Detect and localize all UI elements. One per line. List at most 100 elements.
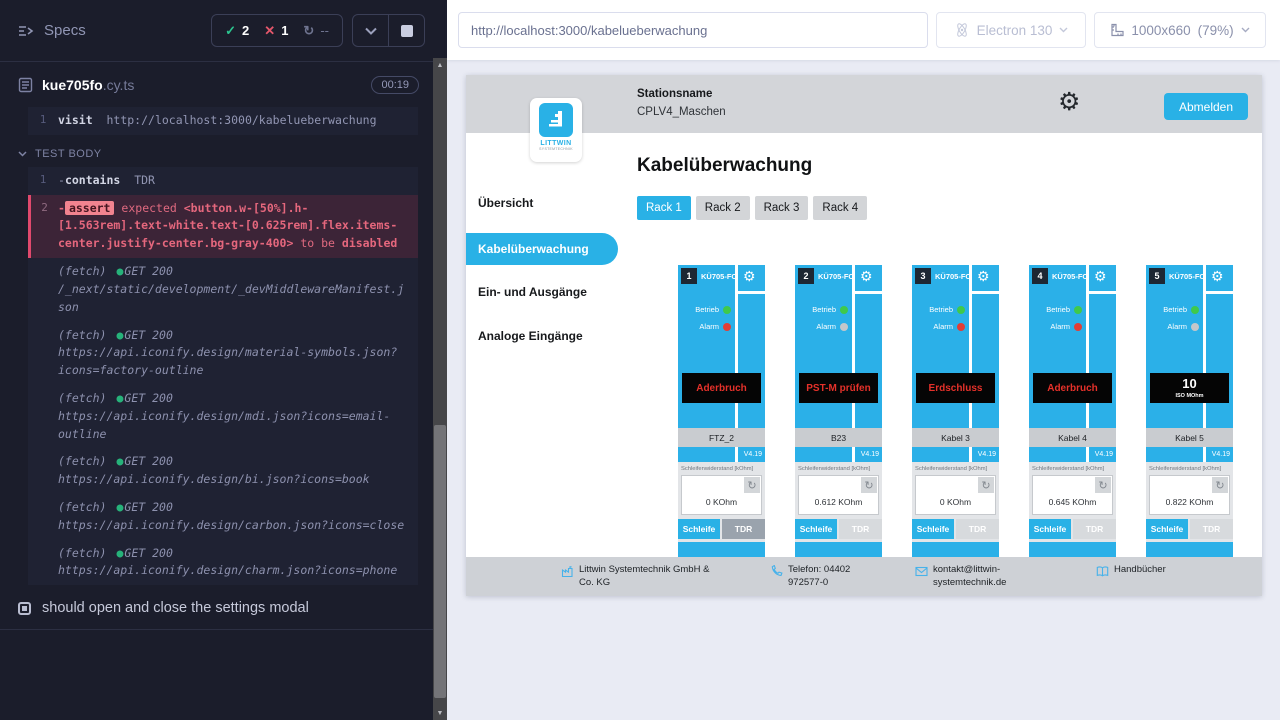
resistance-value: 0.645 KOhm xyxy=(1033,497,1112,507)
refresh-icon[interactable]: ↻ xyxy=(744,477,760,493)
fetch-url: https://api.iconify.design/material-symb… xyxy=(58,344,408,380)
test-body-header[interactable]: TEST BODY xyxy=(18,148,433,160)
spec-name: kue705fo.cy.ts xyxy=(42,77,134,93)
schleife-button[interactable]: Schleife xyxy=(1146,519,1188,539)
device-gear-icon[interactable]: ⚙ xyxy=(1211,268,1224,285)
refresh-icon[interactable]: ↻ xyxy=(1095,477,1111,493)
tdr-button[interactable]: TDR xyxy=(722,519,765,539)
check-icon: ✓ xyxy=(225,23,236,39)
footer-manuals-link[interactable]: Handbücher xyxy=(1096,564,1166,578)
stop-button[interactable] xyxy=(389,15,424,46)
measurement-panel: Schleifenwiderstand [kOhm] ↻ 0.612 KOhm … xyxy=(795,462,882,557)
fetch-log-row[interactable]: (fetch)●GET 200https://api.iconify.desig… xyxy=(28,540,418,586)
device-model: KÜ705-FO xyxy=(1052,272,1088,281)
measurement-label: Schleifenwiderstand [kOhm] xyxy=(1032,466,1104,472)
schleife-button[interactable]: Schleife xyxy=(1029,519,1071,539)
settings-gear-icon[interactable]: ⚙ xyxy=(1058,87,1080,117)
status-ok-dot: ● xyxy=(116,454,123,468)
device-gear-icon[interactable]: ⚙ xyxy=(743,268,756,285)
refresh-icon[interactable]: ↻ xyxy=(978,477,994,493)
app-sidebar: Übersicht Kabelüberwachung Ein- und Ausg… xyxy=(466,133,618,557)
assert-chip: assert xyxy=(65,201,115,215)
device-gear-icon[interactable]: ⚙ xyxy=(977,268,990,285)
betrieb-led xyxy=(1074,306,1082,314)
betrieb-led xyxy=(957,306,965,314)
firmware-version: V4.19 xyxy=(861,451,879,458)
device-gear-icon[interactable]: ⚙ xyxy=(1094,268,1107,285)
alarm-led xyxy=(957,323,965,331)
tdr-button[interactable]: TDR xyxy=(1190,519,1233,539)
scroll-up-arrow[interactable]: ▲ xyxy=(433,58,447,72)
browser-select[interactable]: Electron 130 xyxy=(936,12,1086,48)
device-panel: 2 KÜ705-FO ⚙ Betrieb Alarm PST-M prüfen xyxy=(795,265,882,428)
status-ok-dot: ● xyxy=(116,328,123,342)
test-stats[interactable]: ✓ 2 ✕ 1 ↻ -- xyxy=(211,14,343,47)
device-panel: 4 KÜ705-FO ⚙ Betrieb Alarm Aderbruch xyxy=(1029,265,1116,428)
sidebar-item-uebersicht[interactable]: Übersicht xyxy=(478,196,533,210)
value-box: ↻ 0.822 KOhm xyxy=(1149,475,1230,515)
tab-rack-2[interactable]: Rack 2 xyxy=(696,196,750,220)
reporter-scrollbar: ▲ ▼ xyxy=(433,0,447,720)
book-icon xyxy=(1096,565,1109,578)
logo-icon xyxy=(539,103,573,137)
value-box: ↻ 0 KOhm xyxy=(915,475,996,515)
chevron-down-icon xyxy=(1059,27,1068,33)
tdr-button[interactable]: TDR xyxy=(1073,519,1116,539)
device-panel: 3 KÜ705-FO ⚙ Betrieb Alarm Erdschluss xyxy=(912,265,999,428)
fetch-log-row[interactable]: (fetch)●GET 200https://api.iconify.desig… xyxy=(28,322,418,385)
alarm-led xyxy=(840,323,848,331)
iso-value: 10 xyxy=(1182,377,1196,391)
reporter-controls: ✓ 2 ✕ 1 ↻ -- xyxy=(211,14,425,47)
contains-arg: TDR xyxy=(134,173,155,187)
slot-number-badge: 4 xyxy=(1032,268,1048,284)
fetch-url: https://api.iconify.design/charm.json?ic… xyxy=(58,562,408,580)
refresh-icon[interactable]: ↻ xyxy=(861,477,877,493)
spec-file-row[interactable]: kue705fo.cy.ts 00:19 xyxy=(0,62,433,107)
specs-toggle[interactable]: Specs xyxy=(18,22,86,39)
tdr-button[interactable]: TDR xyxy=(839,519,882,539)
tab-rack-3[interactable]: Rack 3 xyxy=(755,196,809,220)
contains-command-row[interactable]: 1 -contains TDR xyxy=(28,167,418,195)
device-display: 10 ISO MOhm xyxy=(1150,373,1229,403)
fetch-log-row[interactable]: (fetch)●GET 200https://api.iconify.desig… xyxy=(28,494,418,540)
collapse-button[interactable] xyxy=(353,15,388,46)
device-cards: 1 KÜ705-FO ⚙ Betrieb Alarm Aderbruch FTZ… xyxy=(678,265,1233,557)
visit-command-row[interactable]: 1 visit http://localhost:3000/kabelueber… xyxy=(28,107,418,135)
sidebar-item-kabelueberwachung[interactable]: Kabelüberwachung xyxy=(466,233,618,265)
value-box: ↻ 0.645 KOhm xyxy=(1032,475,1113,515)
assert-failed-row[interactable]: 2 -assert expected <button.w-[50%].h-[1.… xyxy=(28,195,418,258)
betrieb-led xyxy=(840,306,848,314)
schleife-button[interactable]: Schleife xyxy=(912,519,954,539)
schleife-button[interactable]: Schleife xyxy=(678,519,720,539)
fetch-log-row[interactable]: (fetch)●GET 200https://api.iconify.desig… xyxy=(28,448,418,494)
tab-rack-4[interactable]: Rack 4 xyxy=(813,196,867,220)
specs-label: Specs xyxy=(44,22,86,39)
scrollbar-track[interactable]: ▲ ▼ xyxy=(433,58,447,720)
visit-url: http://localhost:3000/kabelueberwachung xyxy=(106,113,376,127)
tdr-button[interactable]: TDR xyxy=(956,519,999,539)
refresh-icon[interactable]: ↻ xyxy=(1212,477,1228,493)
browser-bar: http://localhost:3000/kabelueberwachung … xyxy=(447,0,1280,60)
device-gear-icon[interactable]: ⚙ xyxy=(860,268,873,285)
tab-rack-1[interactable]: Rack 1 xyxy=(637,196,691,220)
footer-email[interactable]: kontakt@littwin-systemtechnik.de xyxy=(915,564,1015,590)
slot-number-badge: 2 xyxy=(798,268,814,284)
logout-button[interactable]: Abmelden xyxy=(1164,93,1248,120)
device-panel: 5 KÜ705-FO ⚙ Betrieb Alarm 10 ISO MOhm xyxy=(1146,265,1233,428)
assert-state: disabled xyxy=(342,236,397,250)
viewport-select[interactable]: 1000x660 (79%) xyxy=(1094,12,1266,48)
scrollbar-thumb[interactable] xyxy=(434,425,446,698)
sidebar-item-ein-und-ausgaenge[interactable]: Ein- und Ausgänge xyxy=(478,285,587,299)
cypress-reporter: Specs ✓ 2 ✕ 1 ↻ -- xyxy=(0,0,433,720)
fetch-log-row[interactable]: (fetch)●GET 200https://api.iconify.desig… xyxy=(28,385,418,448)
app-content: Kabelüberwachung Rack 1 Rack 2 Rack 3 Ra… xyxy=(618,133,1262,557)
url-input[interactable]: http://localhost:3000/kabelueberwachung xyxy=(458,12,928,48)
sidebar-item-analoge-eingaenge[interactable]: Analoge Eingänge xyxy=(478,329,583,343)
schleife-button[interactable]: Schleife xyxy=(795,519,837,539)
fetch-log-row[interactable]: (fetch)●GET 200/_next/static/development… xyxy=(28,258,418,321)
visit-method: visit xyxy=(58,113,93,127)
scroll-down-arrow[interactable]: ▼ xyxy=(433,706,447,720)
measurement-panel: Schleifenwiderstand [kOhm] ↻ 0 KOhm Schl… xyxy=(678,462,765,557)
slot-number-badge: 3 xyxy=(915,268,931,284)
next-test-row[interactable]: should open and close the settings modal xyxy=(18,600,433,616)
